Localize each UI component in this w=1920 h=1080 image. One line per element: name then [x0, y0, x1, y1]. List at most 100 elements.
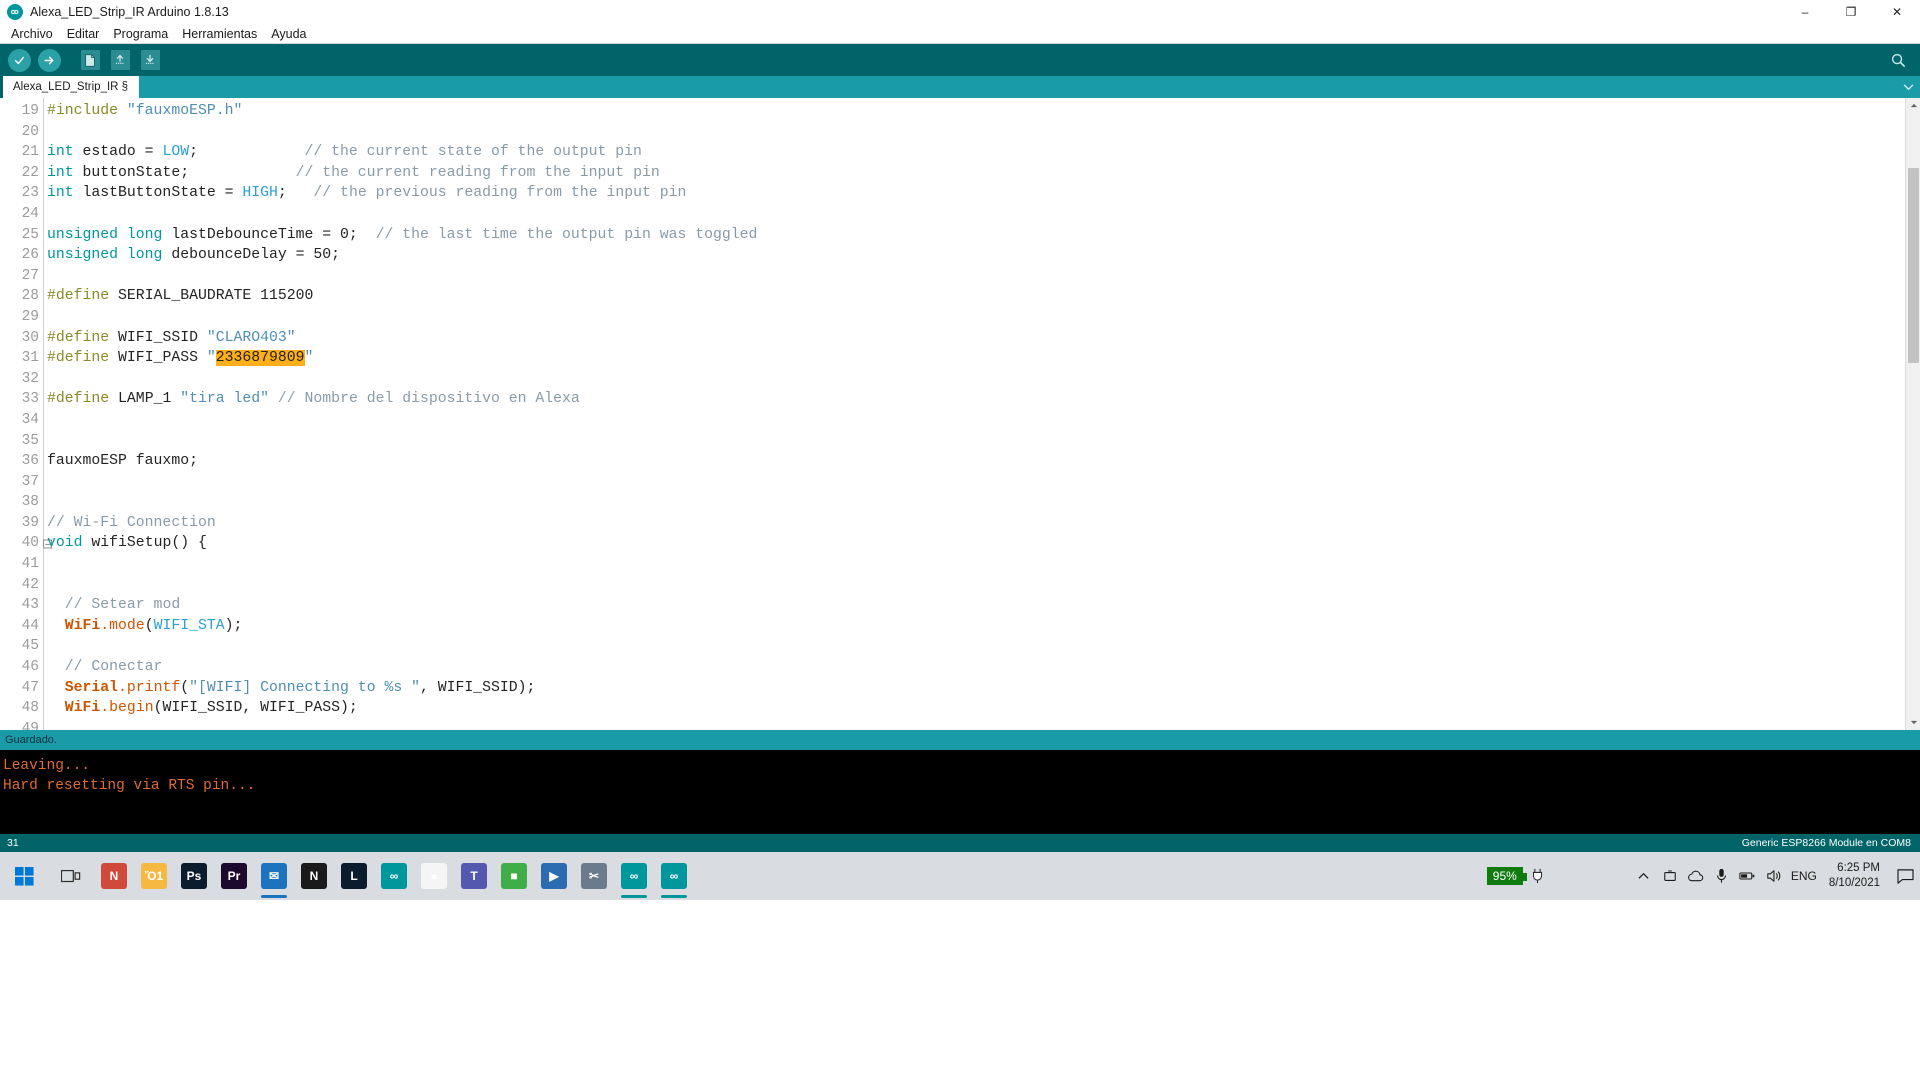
new-file-icon: [80, 50, 100, 70]
show-hidden-icons-chevron-icon[interactable]: [1631, 852, 1657, 900]
code-line[interactable]: [47, 554, 1905, 575]
console-output[interactable]: Leaving... Hard resetting via RTS pin...: [0, 750, 1920, 834]
scroll-down-arrow[interactable]: [1906, 715, 1920, 730]
code-text-area[interactable]: #include "fauxmoESP.h" int estado = LOW;…: [44, 98, 1905, 730]
code-line[interactable]: [47, 492, 1905, 513]
code-line[interactable]: [47, 575, 1905, 596]
app-premiere-icon: Pr: [221, 863, 247, 889]
save-sketch-button[interactable]: [136, 46, 164, 74]
code-line[interactable]: Serial.printf("[WIFI] Connecting to %s "…: [47, 678, 1905, 699]
network-battery-icon[interactable]: [1735, 852, 1761, 900]
clock[interactable]: 6:25 PM 8/10/2021: [1821, 861, 1890, 891]
app-store[interactable]: ■: [494, 852, 534, 900]
maximize-button[interactable]: ❐: [1828, 0, 1874, 24]
code-token: buttonState;: [73, 164, 296, 181]
menu-programa[interactable]: Programa: [106, 25, 175, 43]
open-sketch-button[interactable]: [106, 46, 134, 74]
code-line[interactable]: WiFi.begin(WIFI_SSID, WIFI_PASS);: [47, 698, 1905, 719]
code-line[interactable]: [47, 719, 1905, 730]
code-line[interactable]: #define LAMP_1 "tira led" // Nombre del …: [47, 389, 1905, 410]
line-number: 47: [21, 679, 39, 696]
code-line[interactable]: #define WIFI_PASS "2336879809": [47, 348, 1905, 369]
app-snip[interactable]: ✂: [574, 852, 614, 900]
app-netflix[interactable]: N: [294, 852, 334, 900]
code-line[interactable]: unsigned long debounceDelay = 50;: [47, 245, 1905, 266]
app-arduino-1[interactable]: ∞: [374, 852, 414, 900]
code-line[interactable]: [47, 636, 1905, 657]
app-arduino-2-icon: ∞: [621, 863, 647, 889]
menu-ayuda[interactable]: Ayuda: [264, 25, 313, 43]
code-editor[interactable]: 19 20 21 22 23 24 25 26 27 28 29 30 31 32 33 34 35 36 37 38…: [0, 98, 1920, 730]
verify-button[interactable]: [5, 46, 33, 74]
code-line[interactable]: WiFi.mode(WIFI_STA);: [47, 616, 1905, 637]
code-line[interactable]: int buttonState; // the current reading …: [47, 163, 1905, 184]
main-toolbar: [0, 44, 1920, 76]
code-line[interactable]: // Conectar: [47, 657, 1905, 678]
line-number: 28: [21, 288, 39, 305]
app-premiere[interactable]: Pr: [214, 852, 254, 900]
minimize-button[interactable]: –: [1782, 0, 1828, 24]
app-arduino-1-icon: ∞: [381, 863, 407, 889]
notifications-icon[interactable]: [1890, 852, 1920, 900]
code-line[interactable]: #define WIFI_SSID "CLARO403": [47, 328, 1905, 349]
code-line[interactable]: [47, 266, 1905, 287]
code-line[interactable]: [47, 122, 1905, 143]
language-indicator[interactable]: ENG: [1787, 852, 1821, 900]
code-token: ": [206, 350, 216, 367]
code-line[interactable]: // Setear mod: [47, 595, 1905, 616]
line-number: 42: [21, 576, 39, 593]
window-controls: – ❐ ✕: [1782, 0, 1920, 24]
serial-monitor-button[interactable]: [1884, 46, 1912, 74]
save-icon: [140, 50, 160, 70]
code-line[interactable]: #define SERIAL_BAUDRATE 115200: [47, 286, 1905, 307]
code-line[interactable]: fauxmoESP fauxmo;: [47, 451, 1905, 472]
code-line[interactable]: void wifiSetup() {: [47, 533, 1905, 554]
app-media[interactable]: ▶: [534, 852, 574, 900]
saved-message: Guardado.: [5, 734, 57, 746]
upload-button[interactable]: [35, 46, 63, 74]
app-mail[interactable]: ✉: [254, 852, 294, 900]
close-button[interactable]: ✕: [1874, 0, 1920, 24]
code-token: // Setear mod: [64, 597, 181, 614]
volume-icon[interactable]: [1761, 852, 1787, 900]
code-line[interactable]: [47, 431, 1905, 452]
menu-editar[interactable]: Editar: [60, 25, 107, 43]
onedrive-cloud-icon[interactable]: [1683, 852, 1709, 900]
code-line[interactable]: [47, 204, 1905, 225]
app-chrome[interactable]: ●: [414, 852, 454, 900]
app-notes[interactable]: N: [94, 852, 134, 900]
code-line[interactable]: [47, 410, 1905, 431]
scroll-up-arrow[interactable]: [1906, 98, 1920, 113]
app-teams[interactable]: T: [454, 852, 494, 900]
code-line[interactable]: #include "fauxmoESP.h": [47, 101, 1905, 122]
app-arduino-3[interactable]: ∞: [654, 852, 694, 900]
code-line[interactable]: int estado = LOW; // the current state o…: [47, 142, 1905, 163]
new-sketch-button[interactable]: [76, 46, 104, 74]
code-token: void: [47, 535, 83, 552]
app-arduino-2[interactable]: ∞: [614, 852, 654, 900]
task-view-icon[interactable]: [48, 852, 94, 900]
code-line[interactable]: [47, 369, 1905, 390]
code-line[interactable]: // Wi-Fi Connection: [47, 513, 1905, 534]
microphone-icon[interactable]: [1709, 852, 1735, 900]
code-line[interactable]: [47, 307, 1905, 328]
code-line[interactable]: [47, 472, 1905, 493]
code-token: (: [180, 679, 190, 696]
menu-herramientas[interactable]: Herramientas: [175, 25, 264, 43]
remote-device-icon[interactable]: [1657, 852, 1683, 900]
code-line[interactable]: unsigned long lastDebounceTime = 0; // t…: [47, 225, 1905, 246]
tab-alexa-led-strip-ir[interactable]: Alexa_LED_Strip_IR §: [0, 76, 140, 98]
power-plug-icon[interactable]: [1525, 852, 1551, 900]
app-chrome-icon: ●: [421, 863, 447, 889]
code-line[interactable]: int lastButtonState = HIGH; // the previ…: [47, 183, 1905, 204]
menu-archivo[interactable]: Archivo: [4, 25, 60, 43]
editor-vertical-scrollbar[interactable]: [1905, 98, 1920, 730]
battery-indicator[interactable]: 95%: [1486, 867, 1527, 885]
scrollbar-thumb[interactable]: [1908, 168, 1919, 363]
app-explorer[interactable]: Ὄ1: [134, 852, 174, 900]
app-lightroom[interactable]: L: [334, 852, 374, 900]
chevron-down-icon[interactable]: [1900, 79, 1916, 95]
app-photoshop[interactable]: Ps: [174, 852, 214, 900]
windows-start-icon[interactable]: [0, 852, 48, 900]
